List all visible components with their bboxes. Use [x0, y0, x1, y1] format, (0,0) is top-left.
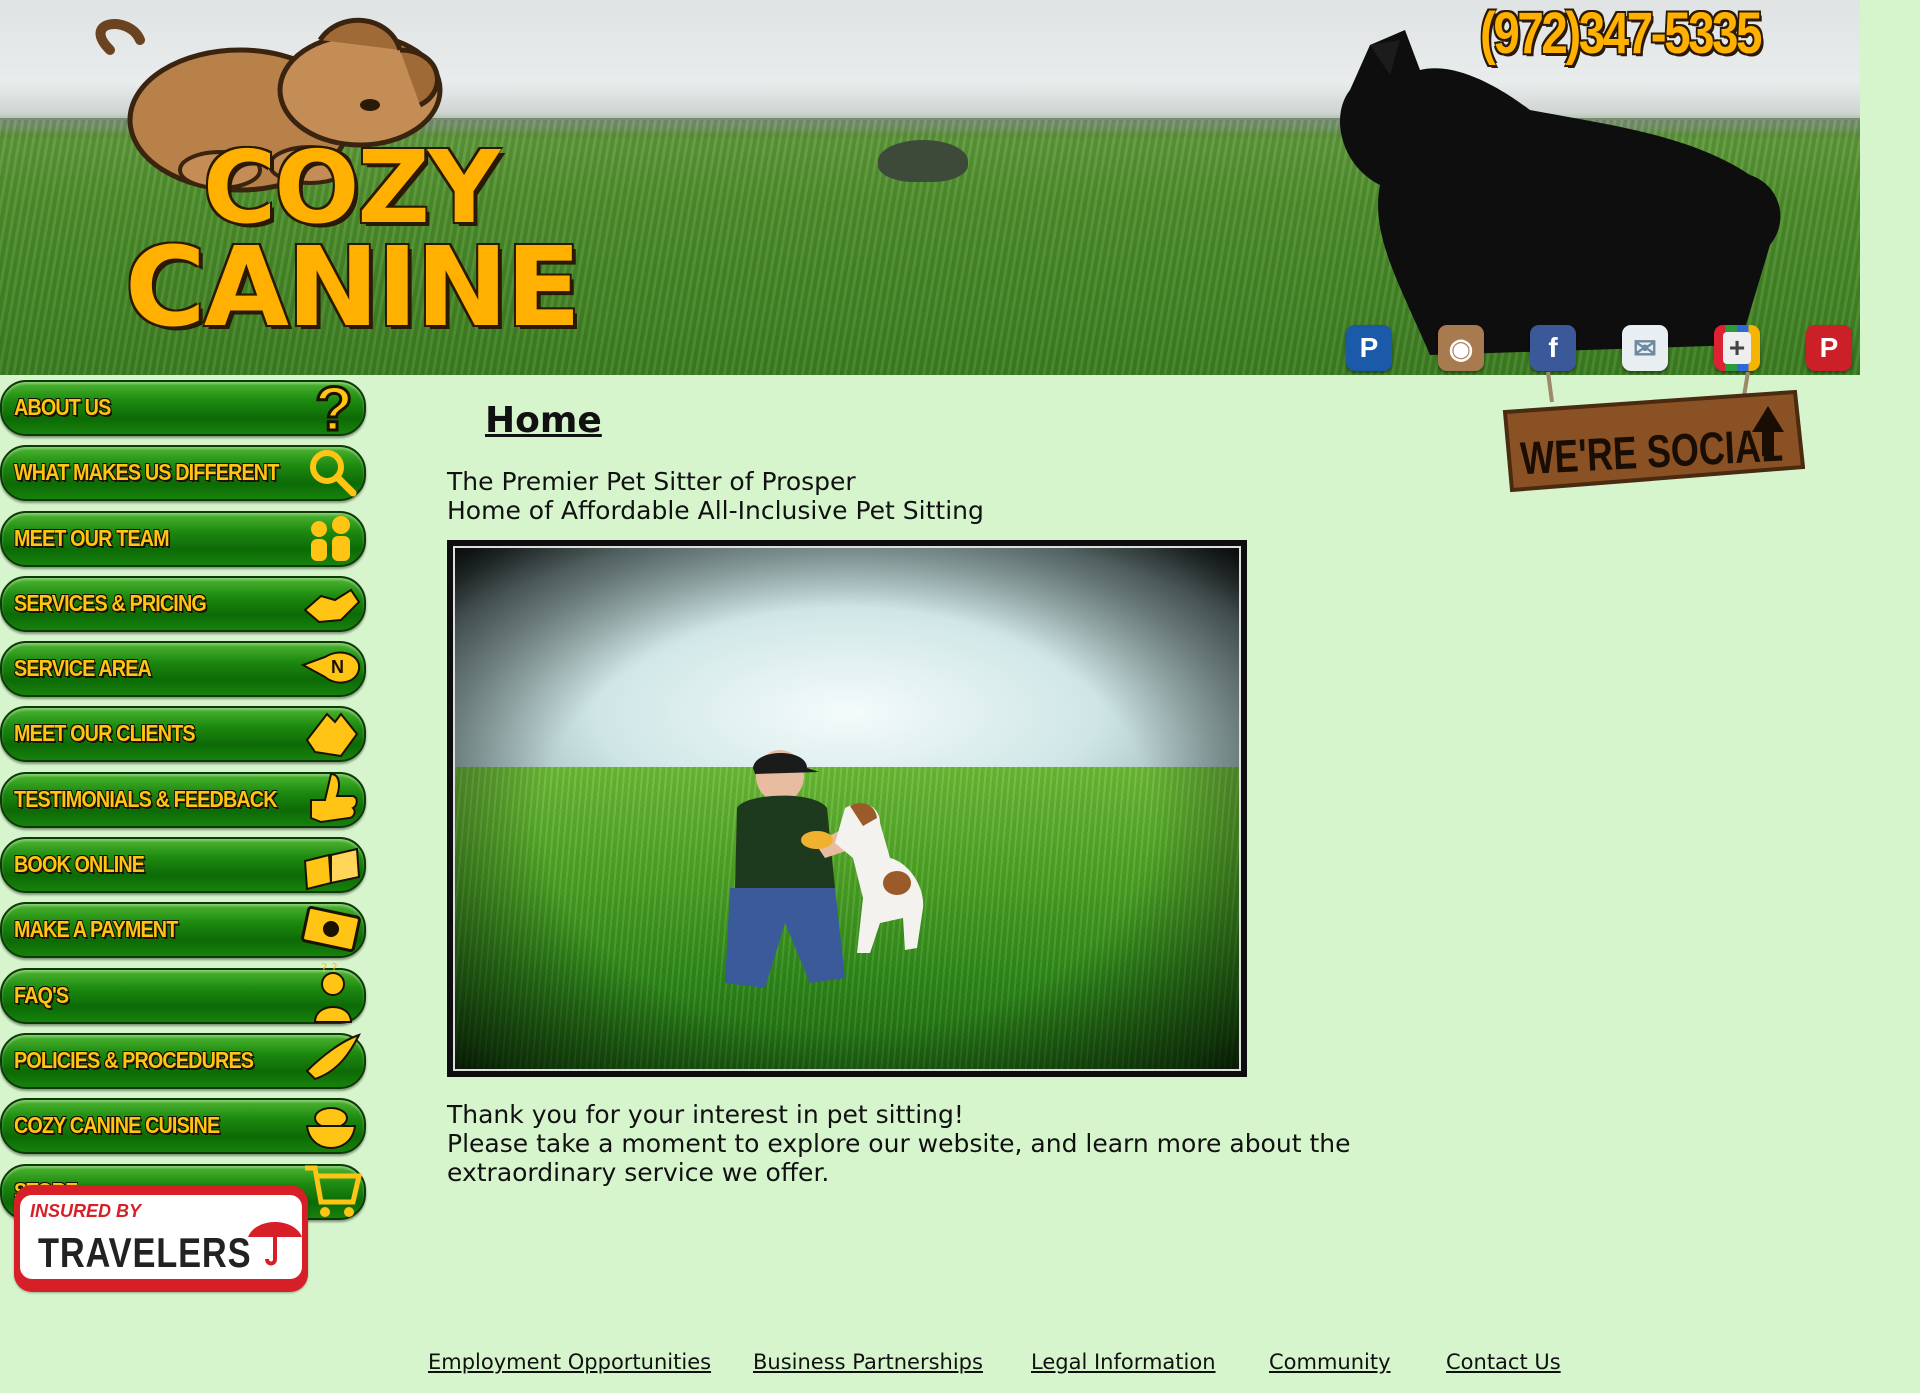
- footer-link-employment[interactable]: Employment Opportunities: [428, 1350, 711, 1374]
- facebook-icon[interactable]: f: [1530, 325, 1576, 371]
- nav-label: ABOUT US: [14, 394, 111, 420]
- paypal-glyph: P: [1359, 332, 1379, 363]
- nav-label: SERVICE AREA: [14, 655, 152, 682]
- travelers-badge-inner: INSURED BY TRAVELERS: [20, 1195, 302, 1279]
- handshake-icon: [303, 588, 361, 623]
- nav-what-makes-us-different[interactable]: WHAT MAKES US DIFFERENT: [0, 445, 366, 502]
- facebook-glyph: f: [1548, 332, 1558, 363]
- footer-link-contact[interactable]: Contact Us: [1446, 1350, 1561, 1374]
- nav-label: TESTIMONIALS & FEEDBACK: [14, 785, 277, 812]
- tagline: The Premier Pet Sitter of Prosper Home o…: [447, 467, 984, 525]
- nav-label: POLICIES & PROCEDURES: [14, 1046, 254, 1073]
- tree: [878, 140, 968, 182]
- nav-service-area[interactable]: SERVICE AREA N: [0, 641, 366, 698]
- nav-about-us[interactable]: ABOUT US ?: [0, 374, 366, 438]
- google-plus-icon[interactable]: +: [1714, 325, 1760, 371]
- nav-cozy-canine-cuisine[interactable]: COZY CANINE CUISINE: [0, 1098, 366, 1155]
- google-plus-glyph: +: [1722, 332, 1752, 364]
- nav-policies-procedures[interactable]: POLICIES & PROCEDURES: [0, 1032, 366, 1089]
- welcome-line-2: Please take a moment to explore our webs…: [447, 1129, 1351, 1187]
- were-social-sign[interactable]: WE'RE SOCIAL: [1500, 372, 1805, 497]
- photo-vignette: [455, 548, 1239, 1069]
- thumbs-up-icon: [310, 772, 358, 823]
- nav-label: SERVICES & PRICING: [14, 589, 207, 616]
- nav-label: BOOK ONLINE: [14, 851, 145, 878]
- logo-line-2: CANINE: [125, 223, 581, 351]
- nav-meet-our-clients[interactable]: MEET OUR CLIENTS: [0, 706, 366, 763]
- nav-label: COZY CANINE CUISINE: [14, 1112, 220, 1139]
- footer-link-legal[interactable]: Legal Information: [1031, 1350, 1216, 1374]
- page-title: Home: [485, 400, 602, 441]
- welcome-line-1: Thank you for your interest in pet sitti…: [447, 1100, 964, 1129]
- pinterest-icon[interactable]: P: [1806, 325, 1852, 371]
- social-icons: P ◉ f ✉ + P: [1346, 325, 1860, 373]
- instagram-icon[interactable]: ◉: [1438, 325, 1484, 371]
- nav-book-online[interactable]: BOOK ONLINE: [0, 837, 366, 894]
- book-icon: [303, 847, 361, 891]
- tagline-line-1: The Premier Pet Sitter of Prosper: [447, 467, 856, 496]
- umbrella-icon: [248, 1222, 302, 1266]
- sidebar-nav: ABOUT US ? WHAT MAKES US DIFFERENT MEET …: [0, 374, 370, 1229]
- quill-icon: [305, 1033, 361, 1081]
- insured-by-text: INSURED BY: [30, 1201, 142, 1221]
- footer-link-community[interactable]: Community: [1269, 1350, 1391, 1374]
- travelers-text: TRAVELERS: [38, 1229, 252, 1276]
- nav-faqs[interactable]: FAQ'S ? ?: [0, 962, 366, 1024]
- footer-link-partnerships[interactable]: Business Partnerships: [753, 1350, 983, 1374]
- phone-number[interactable]: (972)347-5335: [1480, 0, 1762, 67]
- compass-icon: N: [300, 651, 361, 684]
- instagram-glyph: ◉: [1448, 332, 1474, 364]
- svg-text:? ?: ? ?: [321, 962, 338, 975]
- nav-services-pricing[interactable]: SERVICES & PRICING: [0, 575, 366, 632]
- svg-text:?: ?: [315, 375, 353, 438]
- nav-meet-our-team[interactable]: MEET OUR TEAM: [0, 510, 366, 567]
- welcome-text: Thank you for your interest in pet sitti…: [447, 1100, 1507, 1187]
- nav-label: MEET OUR TEAM: [14, 524, 170, 551]
- logo-line-1: COZY: [203, 129, 500, 246]
- svg-text:N: N: [331, 657, 344, 677]
- money-icon: [301, 906, 361, 953]
- nav-testimonials-feedback[interactable]: TESTIMONIALS & FEEDBACK: [0, 771, 366, 828]
- magnifier-icon: [310, 450, 357, 497]
- nav-label: MEET OUR CLIENTS: [14, 720, 196, 747]
- nav-label: MAKE A PAYMENT: [14, 916, 178, 943]
- nav-label: FAQ'S: [14, 981, 69, 1008]
- dog-icon: [305, 712, 359, 758]
- thinking-person-icon: ? ?: [313, 962, 353, 1023]
- email-icon[interactable]: ✉: [1622, 325, 1668, 371]
- nav-label: WHAT MAKES US DIFFERENT: [14, 459, 279, 486]
- nav-make-a-payment[interactable]: MAKE A PAYMENT: [0, 902, 366, 959]
- food-bowl-icon: [305, 1107, 357, 1150]
- tagline-line-2: Home of Affordable All-Inclusive Pet Sit…: [447, 496, 984, 525]
- shopping-cart-icon: [305, 1165, 362, 1217]
- site-logo[interactable]: COZY CANINE: [125, 129, 595, 351]
- hero-photo-inner: [453, 546, 1241, 1071]
- header-banner: COZY CANINE (972)347-5335 P ◉ f ✉ + P: [0, 0, 1860, 375]
- travelers-insurance-badge: INSURED BY TRAVELERS: [14, 1185, 308, 1292]
- people-icon: [311, 515, 350, 561]
- pinterest-glyph: P: [1819, 332, 1839, 363]
- hero-photo: [447, 540, 1247, 1077]
- paypal-icon[interactable]: P: [1346, 325, 1392, 371]
- question-mark-icon: ?: [314, 374, 355, 438]
- email-glyph: ✉: [1633, 332, 1657, 364]
